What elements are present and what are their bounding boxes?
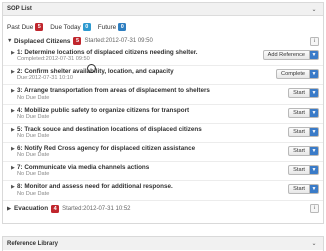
- task-item[interactable]: ▶ 5: Track souce and destination locatio…: [3, 124, 323, 144]
- add-reference-button[interactable]: Add Reference: [262, 50, 310, 60]
- chevron-down-icon[interactable]: ▼: [310, 146, 319, 157]
- sop-list-panel: SOP List ⌄ Past Due 5 Due Today 0 Future…: [2, 2, 324, 224]
- task-item[interactable]: ▶ 1: Determine locations of displaced ci…: [3, 47, 323, 67]
- task-item[interactable]: ▶ 3: Arrange transportation from areas o…: [3, 85, 323, 105]
- task-status: Due:2012-07-31 10:10: [17, 75, 73, 82]
- group-name: Evacuation: [14, 205, 49, 213]
- task-title: 5: Track souce and destination locations…: [17, 125, 202, 133]
- triangle-right-icon[interactable]: ▶: [11, 69, 15, 75]
- group-started-time: Started:2012-07-31 09:50: [84, 38, 153, 44]
- chevron-down-icon[interactable]: ⌄: [309, 240, 319, 247]
- task-title: 3: Arrange transportation from areas of …: [17, 87, 210, 95]
- complete-button[interactable]: Complete: [276, 69, 310, 80]
- task-item[interactable]: ▶ 2: Confirm shelter availability, locat…: [3, 66, 323, 86]
- task-status: No Due Date: [17, 190, 50, 197]
- past-due-count-badge[interactable]: 5: [35, 23, 44, 31]
- chevron-down-icon[interactable]: ▼: [310, 165, 319, 176]
- triangle-right-icon[interactable]: ▶: [11, 184, 15, 190]
- triangle-right-icon[interactable]: ▶: [11, 108, 15, 114]
- task-title: 4: Mobilize public safety to organize ci…: [17, 106, 190, 114]
- due-today-label: Due Today: [50, 23, 81, 31]
- future-count-badge[interactable]: 0: [118, 23, 127, 31]
- group-count-badge: 5: [73, 37, 82, 45]
- triangle-right-icon[interactable]: ▶: [11, 127, 15, 133]
- triangle-right-icon[interactable]: ▶: [7, 206, 14, 212]
- sop-list-header: SOP List ⌄: [3, 3, 323, 16]
- cursor-icon: [87, 64, 96, 73]
- panel-title: SOP List: [7, 6, 32, 12]
- chevron-down-icon[interactable]: ▼: [310, 184, 319, 195]
- task-status: No Due Date: [17, 171, 50, 178]
- group-header-evacuation[interactable]: ▶ Evacuation 4 Started:2012-07-31 10:52 …: [3, 203, 323, 215]
- task-title: 6: Notify Red Cross agency for displaced…: [17, 145, 196, 153]
- start-button[interactable]: Start: [288, 126, 310, 137]
- task-title: 8: Monitor and assess need for additiona…: [17, 183, 173, 191]
- task-status: No Due Date: [17, 113, 50, 120]
- group-count-badge: 4: [51, 204, 60, 213]
- due-today-count-badge[interactable]: 0: [82, 23, 91, 31]
- triangle-down-icon[interactable]: ▼: [7, 38, 14, 44]
- chevron-down-icon[interactable]: ▼: [310, 126, 319, 137]
- task-status: No Due Date: [17, 94, 50, 101]
- task-item[interactable]: ▶ 4: Mobilize public safety to organize …: [3, 105, 323, 124]
- group-name: Displaced Citizens: [14, 37, 71, 45]
- start-button[interactable]: Start: [288, 184, 310, 195]
- reference-library-panel: Reference Library ⌄: [2, 236, 324, 251]
- chevron-down-icon[interactable]: ⌄: [309, 6, 319, 13]
- start-button[interactable]: Start: [288, 88, 310, 99]
- panel-title: Reference Library: [7, 240, 59, 247]
- start-button[interactable]: Start: [288, 146, 310, 157]
- task-title: 7: Communicate via media channels action…: [17, 164, 150, 172]
- task-item[interactable]: ▶ 6: Notify Red Cross agency for displac…: [3, 143, 323, 163]
- group-header-displaced-citizens[interactable]: ▼ Displaced Citizens 5 Started:2012-07-3…: [3, 35, 323, 47]
- chevron-down-icon[interactable]: ▼: [310, 107, 319, 118]
- start-button[interactable]: Start: [288, 107, 310, 118]
- past-due-label: Past Due: [7, 23, 34, 31]
- chevron-down-icon[interactable]: ▼: [310, 69, 319, 80]
- info-icon[interactable]: i: [310, 204, 319, 214]
- start-button[interactable]: Start: [288, 165, 310, 176]
- triangle-right-icon[interactable]: ▶: [11, 50, 15, 56]
- chevron-down-icon[interactable]: ▼: [310, 50, 319, 60]
- future-label: Future: [97, 23, 117, 31]
- triangle-right-icon[interactable]: ▶: [11, 88, 15, 94]
- triangle-right-icon[interactable]: ▶: [11, 146, 15, 152]
- due-summary: Past Due 5 Due Today 0 Future 0: [3, 19, 323, 35]
- task-item[interactable]: ▶ 8: Monitor and assess need for additio…: [3, 181, 323, 201]
- task-item[interactable]: ▶ 7: Communicate via media channels acti…: [3, 162, 323, 182]
- triangle-right-icon[interactable]: ▶: [11, 165, 15, 171]
- task-status: No Due Date: [17, 152, 50, 159]
- reference-library-header: Reference Library ⌄: [3, 237, 323, 250]
- task-title: 2: Confirm shelter availability, locatio…: [17, 68, 174, 76]
- info-icon[interactable]: i: [310, 36, 319, 46]
- group-started-time: Started:2012-07-31 10:52: [62, 205, 131, 212]
- task-status: No Due Date: [17, 133, 50, 140]
- chevron-down-icon[interactable]: ▼: [310, 88, 319, 99]
